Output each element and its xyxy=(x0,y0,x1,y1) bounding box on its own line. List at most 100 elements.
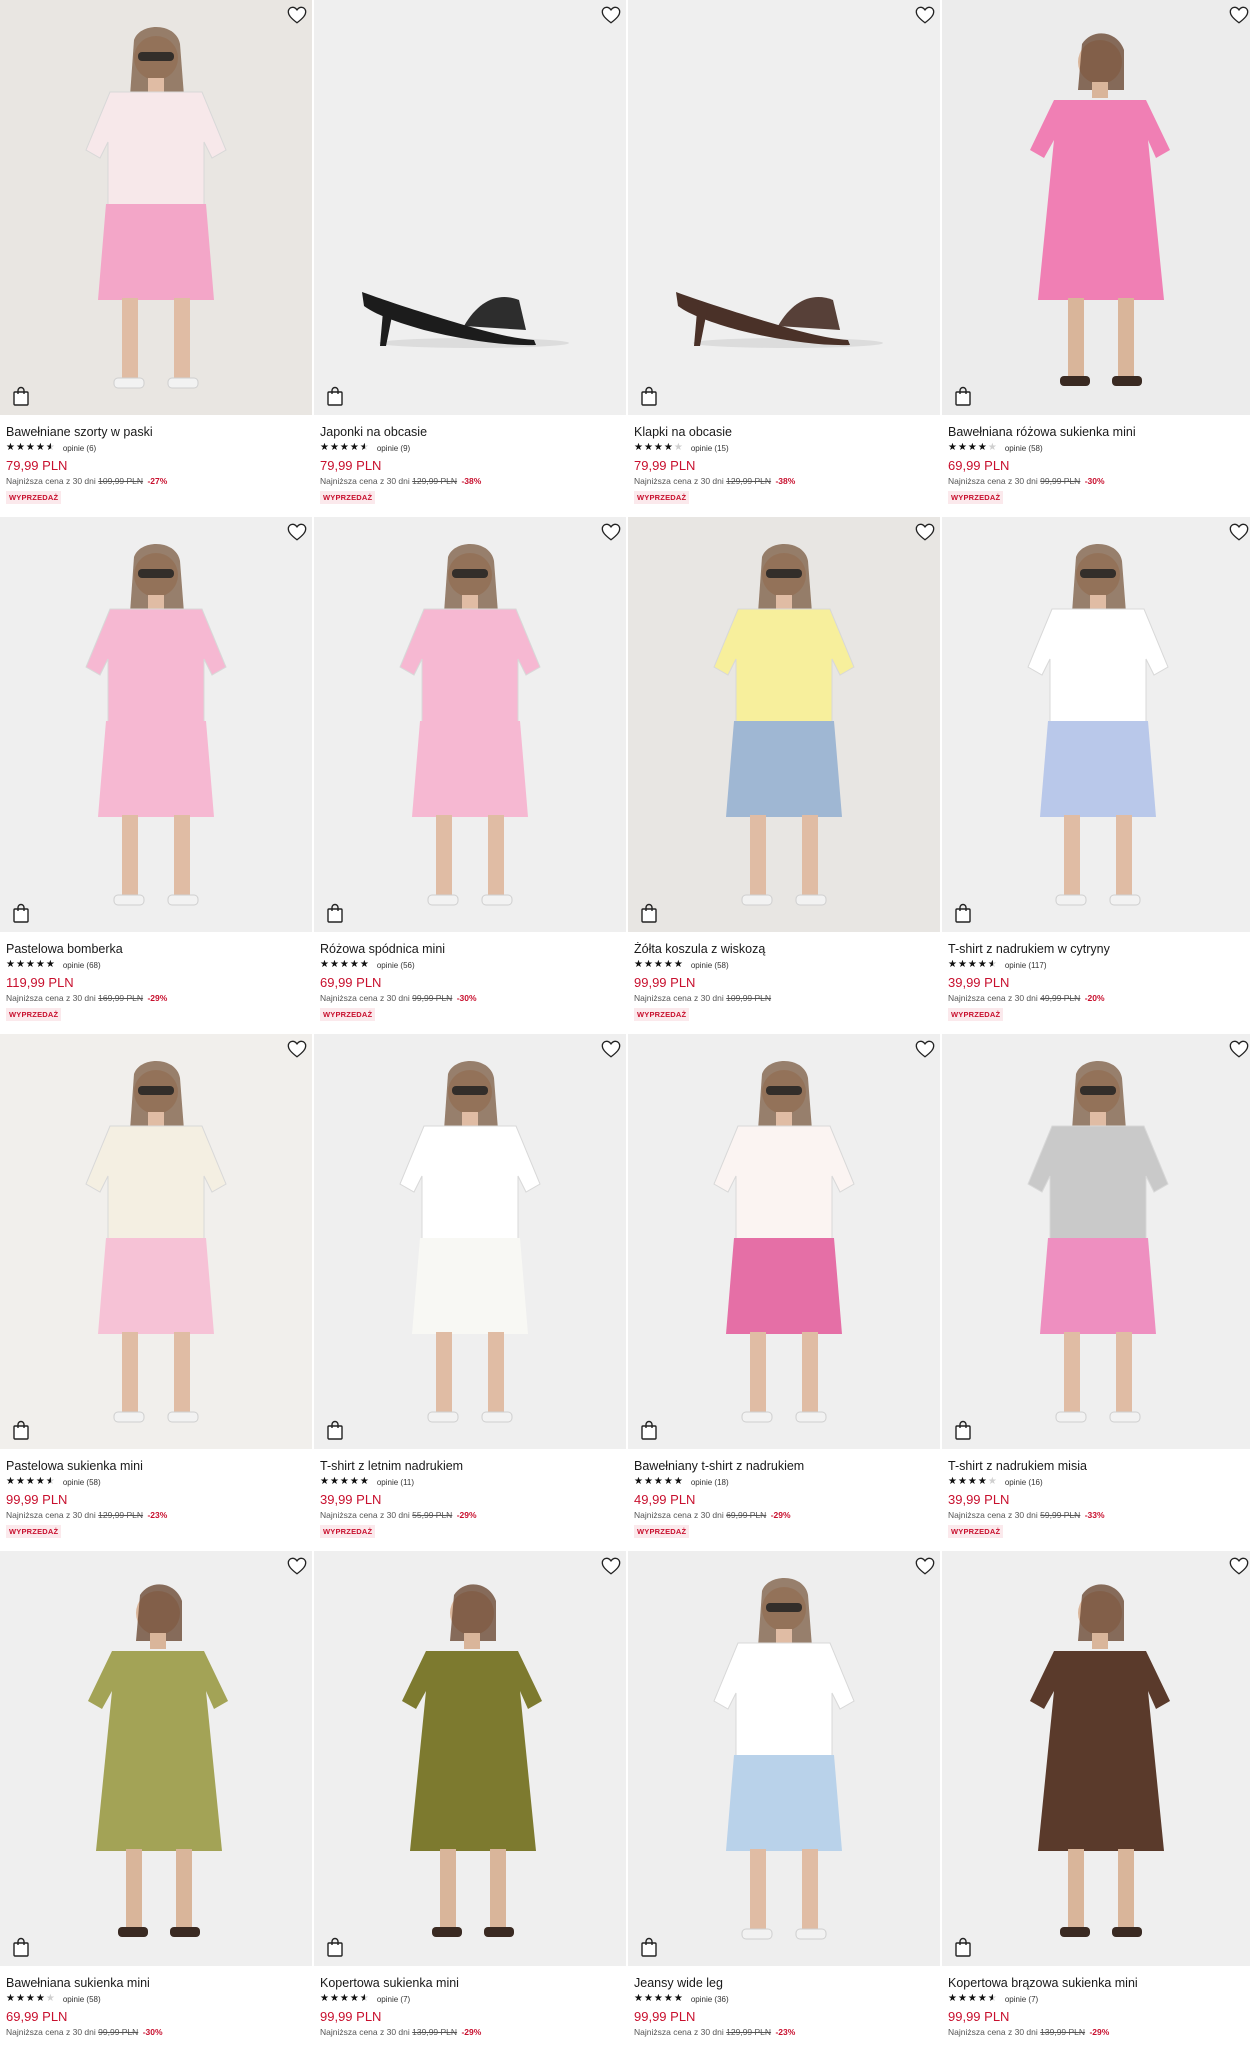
product-photo[interactable] xyxy=(942,1034,1250,1449)
product-rating: ★★★★★ ★★★★★ opinie (11) xyxy=(320,1476,620,1488)
heart-icon[interactable] xyxy=(1228,4,1250,26)
product-photo[interactable] xyxy=(0,1034,312,1449)
heart-icon[interactable] xyxy=(1228,1555,1250,1577)
product-photo[interactable] xyxy=(628,0,940,415)
product-photo[interactable] xyxy=(0,1551,312,1966)
lowest-price-label: Najniższa cena z 30 dni xyxy=(634,993,724,1003)
shopping-bag-icon[interactable] xyxy=(12,1420,30,1440)
product-card-10[interactable]: T-shirt z letnim nadrukiem ★★★★★ ★★★★★ op… xyxy=(314,1034,626,1551)
shopping-bag-icon[interactable] xyxy=(12,903,30,923)
product-title[interactable]: Pastelowa sukienka mini xyxy=(6,1459,306,1474)
heart-icon[interactable] xyxy=(914,1555,936,1577)
product-photo[interactable] xyxy=(314,1551,626,1966)
product-title[interactable]: T-shirt z letnim nadrukiem xyxy=(320,1459,620,1474)
shopping-bag-icon[interactable] xyxy=(12,1937,30,1957)
product-rating: ★★★★★★★★★★ opinie (58) xyxy=(6,1993,306,2005)
product-photo[interactable] xyxy=(942,1551,1250,1966)
lowest-price-info: Najniższa cena z 30 dni 99,99 PLN -30% xyxy=(948,476,1248,487)
product-photo[interactable] xyxy=(0,0,312,415)
shopping-bag-icon[interactable] xyxy=(326,386,344,406)
product-card-9[interactable]: Pastelowa sukienka mini ★★★★★★★★★★ opini… xyxy=(0,1034,312,1551)
product-title[interactable]: T-shirt z nadrukiem w cytryny xyxy=(948,942,1248,957)
review-count: opinie (9) xyxy=(376,443,411,453)
lowest-price-label: Najniższa cena z 30 dni xyxy=(6,2027,96,2037)
heart-icon[interactable] xyxy=(914,521,936,543)
review-count: opinie (16) xyxy=(1004,1477,1043,1487)
product-card-1[interactable]: Bawełniane szorty w paski ★★★★★★★★★★ opi… xyxy=(0,0,312,517)
shopping-bag-icon[interactable] xyxy=(954,386,972,406)
heart-icon[interactable] xyxy=(286,1555,308,1577)
shopping-bag-icon[interactable] xyxy=(640,1937,658,1957)
heart-icon[interactable] xyxy=(600,521,622,543)
product-title[interactable]: T-shirt z nadrukiem misia xyxy=(948,1459,1248,1474)
product-rating: ★★★★★★★★★★ opinie (58) xyxy=(634,959,934,971)
product-rating: ★★★★★★★★★★ opinie (6) xyxy=(6,442,306,454)
product-photo[interactable] xyxy=(628,1551,940,1966)
shopping-bag-icon[interactable] xyxy=(326,1937,344,1957)
shopping-bag-icon[interactable] xyxy=(640,1420,658,1440)
rating-stars: ★★★★★★★★★★ xyxy=(320,442,370,453)
product-photo[interactable] xyxy=(314,0,626,415)
shopping-bag-icon[interactable] xyxy=(640,903,658,923)
product-card-7[interactable]: Żółta koszula z wiskozą ★★★★★ ★★★★★ opini… xyxy=(628,517,940,1034)
heart-icon[interactable] xyxy=(286,521,308,543)
product-card-15[interactable]: Jeansy wide leg ★★★★★ ★★★★★ opinie (36) 9… xyxy=(628,1551,940,2068)
heart-icon[interactable] xyxy=(1228,1038,1250,1060)
shopping-bag-icon[interactable] xyxy=(12,386,30,406)
product-card-4[interactable]: Bawełniana różowa sukienka mini ★★★★★ ★★★… xyxy=(942,0,1250,517)
product-photo[interactable] xyxy=(314,1034,626,1449)
product-card-12[interactable]: T-shirt z nadrukiem misia ★★★★★★★★★★ opi… xyxy=(942,1034,1250,1551)
product-photo[interactable] xyxy=(628,1034,940,1449)
heart-icon[interactable] xyxy=(286,1038,308,1060)
product-title[interactable]: Klapki na obcasie xyxy=(634,425,934,440)
product-title[interactable]: Żółta koszula z wiskozą xyxy=(634,942,934,957)
product-rating: ★★★★★★★★★★ opinie (7) xyxy=(320,1993,620,2005)
product-card-14[interactable]: Kopertowa sukienka mini ★★★★★★★★★★ opini… xyxy=(314,1551,626,2068)
product-photo[interactable] xyxy=(314,517,626,932)
heart-icon[interactable] xyxy=(1228,521,1250,543)
heart-icon[interactable] xyxy=(286,4,308,26)
heart-icon[interactable] xyxy=(914,1038,936,1060)
product-photo[interactable] xyxy=(942,517,1250,932)
shopping-bag-icon[interactable] xyxy=(326,1420,344,1440)
product-card-6[interactable]: Różowa spódnica mini ★★★★★ ★★★★★ opinie (… xyxy=(314,517,626,1034)
heart-icon[interactable] xyxy=(914,4,936,26)
lowest-price-value: 69,99 PLN xyxy=(726,1510,767,1520)
shopping-bag-icon[interactable] xyxy=(954,903,972,923)
product-card-3[interactable]: Klapki na obcasie ★★★★★★★★★★ opinie (15)… xyxy=(628,0,940,517)
discount-percent: -29% xyxy=(461,2027,482,2037)
product-title[interactable]: Kopertowa brązowa sukienka mini xyxy=(948,1976,1248,1991)
shopping-bag-icon[interactable] xyxy=(954,1420,972,1440)
product-price: 69,99 PLN xyxy=(6,2009,68,2024)
product-card-5[interactable]: Pastelowa bomberka ★★★★★ ★★★★★ opinie (68… xyxy=(0,517,312,1034)
lowest-price-info: Najniższa cena z 30 dni 109,99 PLN xyxy=(634,993,934,1004)
product-card-2[interactable]: Japonki na obcasie ★★★★★★★★★★ opinie (9)… xyxy=(314,0,626,517)
product-title[interactable]: Pastelowa bomberka xyxy=(6,942,306,957)
product-title[interactable]: Bawełniana różowa sukienka mini xyxy=(948,425,1248,440)
shopping-bag-icon[interactable] xyxy=(954,1937,972,1957)
heart-icon[interactable] xyxy=(600,1555,622,1577)
shopping-bag-icon[interactable] xyxy=(326,903,344,923)
product-card-11[interactable]: Bawełniany t-shirt z nadrukiem ★★★★★ ★★★★… xyxy=(628,1034,940,1551)
product-title[interactable]: Jeansy wide leg xyxy=(634,1976,934,1991)
product-card-8[interactable]: T-shirt z nadrukiem w cytryny ★★★★★★★★★★… xyxy=(942,517,1250,1034)
lowest-price-info: Najniższa cena z 30 dni 129,99 PLN -38% xyxy=(634,476,934,487)
product-title[interactable]: Bawełniane szorty w paski xyxy=(6,425,306,440)
heart-icon[interactable] xyxy=(600,4,622,26)
product-title[interactable]: Kopertowa sukienka mini xyxy=(320,1976,620,1991)
product-title[interactable]: Bawełniana sukienka mini xyxy=(6,1976,306,1991)
product-image xyxy=(0,0,312,415)
product-rating: ★★★★★ ★★★★★ opinie (36) xyxy=(634,1993,934,2005)
heart-icon[interactable] xyxy=(600,1038,622,1060)
product-photo[interactable] xyxy=(0,517,312,932)
product-card-16[interactable]: Kopertowa brązowa sukienka mini ★★★★★ ★★★… xyxy=(942,1551,1250,2068)
product-title[interactable]: Japonki na obcasie xyxy=(320,425,620,440)
product-card-13[interactable]: Bawełniana sukienka mini ★★★★★★★★★★ opin… xyxy=(0,1551,312,2068)
product-price: 99,99 PLN xyxy=(634,975,696,990)
product-title[interactable]: Różowa spódnica mini xyxy=(320,942,620,957)
rating-stars: ★★★★★★★★★★ xyxy=(6,959,56,970)
shopping-bag-icon[interactable] xyxy=(640,386,658,406)
product-photo[interactable] xyxy=(942,0,1250,415)
product-title[interactable]: Bawełniany t-shirt z nadrukiem xyxy=(634,1459,934,1474)
product-photo[interactable] xyxy=(628,517,940,932)
